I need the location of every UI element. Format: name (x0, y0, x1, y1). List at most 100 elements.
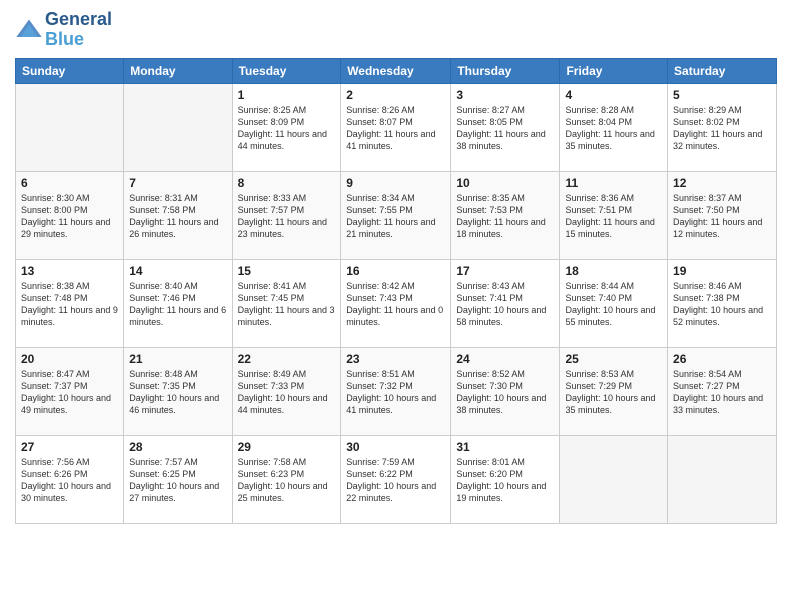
day-of-week-header: Sunday (16, 58, 124, 83)
day-number: 8 (238, 176, 336, 190)
day-number: 19 (673, 264, 771, 278)
day-number: 28 (129, 440, 226, 454)
header: GeneralBlue (15, 10, 777, 50)
day-info: Sunrise: 8:46 AMSunset: 7:38 PMDaylight:… (673, 280, 771, 329)
day-number: 17 (456, 264, 554, 278)
day-number: 11 (565, 176, 662, 190)
calendar-day: 28 Sunrise: 7:57 AMSunset: 6:25 PMDayligh… (124, 435, 232, 523)
day-of-week-header: Saturday (668, 58, 777, 83)
calendar-week-row: 20 Sunrise: 8:47 AMSunset: 7:37 PMDayligh… (16, 347, 777, 435)
day-info: Sunrise: 8:49 AMSunset: 7:33 PMDaylight:… (238, 368, 336, 417)
day-number: 27 (21, 440, 118, 454)
calendar-day: 16 Sunrise: 8:42 AMSunset: 7:43 PMDayligh… (341, 259, 451, 347)
day-number: 13 (21, 264, 118, 278)
calendar-day: 26Sunrise: 8:54 AMSunset: 7:27 PMDayligh… (668, 347, 777, 435)
calendar-day: 19 Sunrise: 8:46 AMSunset: 7:38 PMDayligh… (668, 259, 777, 347)
calendar-day (16, 83, 124, 171)
day-number: 7 (129, 176, 226, 190)
calendar-week-row: 27Sunrise: 7:56 AMSunset: 6:26 PMDayligh… (16, 435, 777, 523)
day-info: Sunrise: 8:40 AMSunset: 7:46 PMDaylight:… (129, 280, 226, 329)
calendar-day: 13Sunrise: 8:38 AMSunset: 7:48 PMDayligh… (16, 259, 124, 347)
calendar-week-row: 1Sunrise: 8:25 AMSunset: 8:09 PMDaylight… (16, 83, 777, 171)
day-number: 3 (456, 88, 554, 102)
calendar-day: 30 Sunrise: 7:59 AMSunset: 6:22 PMDayligh… (341, 435, 451, 523)
day-number: 6 (21, 176, 118, 190)
calendar-day: 2 Sunrise: 8:26 AMSunset: 8:07 PMDaylight… (341, 83, 451, 171)
calendar-day: 3Sunrise: 8:27 AMSunset: 8:05 PMDaylight… (451, 83, 560, 171)
calendar-day: 31Sunrise: 8:01 AMSunset: 6:20 PMDayligh… (451, 435, 560, 523)
day-info: Sunrise: 8:26 AMSunset: 8:07 PMDaylight:… (346, 104, 445, 153)
calendar-day: 18 Sunrise: 8:44 AMSunset: 7:40 PMDayligh… (560, 259, 668, 347)
calendar-day (124, 83, 232, 171)
calendar-week-row: 6 Sunrise: 8:30 AMSunset: 8:00 PMDaylight… (16, 171, 777, 259)
logo: GeneralBlue (15, 10, 112, 50)
day-number: 5 (673, 88, 771, 102)
day-info: Sunrise: 8:34 AMSunset: 7:55 PMDaylight:… (346, 192, 445, 241)
day-info: Sunrise: 8:30 AMSunset: 8:00 PMDaylight:… (21, 192, 118, 241)
calendar-day: 17 Sunrise: 8:43 AMSunset: 7:41 PMDayligh… (451, 259, 560, 347)
day-info: Sunrise: 8:52 AMSunset: 7:30 PMDaylight:… (456, 368, 554, 417)
day-number: 16 (346, 264, 445, 278)
day-number: 14 (129, 264, 226, 278)
calendar-body: 1Sunrise: 8:25 AMSunset: 8:09 PMDaylight… (16, 83, 777, 523)
day-number: 20 (21, 352, 118, 366)
day-of-week-header: Monday (124, 58, 232, 83)
day-number: 23 (346, 352, 445, 366)
day-of-week-header: Thursday (451, 58, 560, 83)
day-info: Sunrise: 8:51 AMSunset: 7:32 PMDaylight:… (346, 368, 445, 417)
calendar-day: 27Sunrise: 7:56 AMSunset: 6:26 PMDayligh… (16, 435, 124, 523)
days-of-week-row: SundayMondayTuesdayWednesdayThursdayFrid… (16, 58, 777, 83)
calendar-day: 23 Sunrise: 8:51 AMSunset: 7:32 PMDayligh… (341, 347, 451, 435)
day-info: Sunrise: 8:29 AMSunset: 8:02 PMDaylight:… (673, 104, 771, 153)
day-info: Sunrise: 8:47 AMSunset: 7:37 PMDaylight:… (21, 368, 118, 417)
day-number: 25 (565, 352, 662, 366)
calendar-day: 14 Sunrise: 8:40 AMSunset: 7:46 PMDayligh… (124, 259, 232, 347)
day-number: 29 (238, 440, 336, 454)
calendar-day: 22Sunrise: 8:49 AMSunset: 7:33 PMDayligh… (232, 347, 341, 435)
day-number: 31 (456, 440, 554, 454)
day-number: 4 (565, 88, 662, 102)
day-of-week-header: Tuesday (232, 58, 341, 83)
logo-text: GeneralBlue (45, 10, 112, 50)
calendar-day: 11 Sunrise: 8:36 AMSunset: 7:51 PMDayligh… (560, 171, 668, 259)
calendar-day: 15 Sunrise: 8:41 AMSunset: 7:45 PMDayligh… (232, 259, 341, 347)
page-container: GeneralBlue SundayMondayTuesdayWednesday… (0, 0, 792, 534)
day-number: 15 (238, 264, 336, 278)
day-info: Sunrise: 8:37 AMSunset: 7:50 PMDaylight:… (673, 192, 771, 241)
calendar-day (560, 435, 668, 523)
day-number: 18 (565, 264, 662, 278)
day-number: 24 (456, 352, 554, 366)
day-number: 30 (346, 440, 445, 454)
calendar-day: 29 Sunrise: 7:58 AMSunset: 6:23 PMDayligh… (232, 435, 341, 523)
day-number: 26 (673, 352, 771, 366)
calendar-day: 10 Sunrise: 8:35 AMSunset: 7:53 PMDayligh… (451, 171, 560, 259)
calendar: SundayMondayTuesdayWednesdayThursdayFrid… (15, 58, 777, 524)
day-info: Sunrise: 8:36 AMSunset: 7:51 PMDaylight:… (565, 192, 662, 241)
calendar-day: 5 Sunrise: 8:29 AMSunset: 8:02 PMDaylight… (668, 83, 777, 171)
day-info: Sunrise: 8:48 AMSunset: 7:35 PMDaylight:… (129, 368, 226, 417)
calendar-day: 7 Sunrise: 8:31 AMSunset: 7:58 PMDaylight… (124, 171, 232, 259)
day-info: Sunrise: 8:25 AMSunset: 8:09 PMDaylight:… (238, 104, 336, 153)
calendar-week-row: 13Sunrise: 8:38 AMSunset: 7:48 PMDayligh… (16, 259, 777, 347)
day-info: Sunrise: 8:35 AMSunset: 7:53 PMDaylight:… (456, 192, 554, 241)
calendar-day: 1Sunrise: 8:25 AMSunset: 8:09 PMDaylight… (232, 83, 341, 171)
day-info: Sunrise: 8:31 AMSunset: 7:58 PMDaylight:… (129, 192, 226, 241)
day-number: 2 (346, 88, 445, 102)
day-info: Sunrise: 7:57 AMSunset: 6:25 PMDaylight:… (129, 456, 226, 505)
day-info: Sunrise: 7:59 AMSunset: 6:22 PMDaylight:… (346, 456, 445, 505)
calendar-day: 12Sunrise: 8:37 AMSunset: 7:50 PMDayligh… (668, 171, 777, 259)
day-of-week-header: Friday (560, 58, 668, 83)
day-info: Sunrise: 7:58 AMSunset: 6:23 PMDaylight:… (238, 456, 336, 505)
day-info: Sunrise: 8:33 AMSunset: 7:57 PMDaylight:… (238, 192, 336, 241)
day-info: Sunrise: 8:42 AMSunset: 7:43 PMDaylight:… (346, 280, 445, 329)
day-info: Sunrise: 8:44 AMSunset: 7:40 PMDaylight:… (565, 280, 662, 329)
day-info: Sunrise: 8:41 AMSunset: 7:45 PMDaylight:… (238, 280, 336, 329)
calendar-day: 9Sunrise: 8:34 AMSunset: 7:55 PMDaylight… (341, 171, 451, 259)
calendar-day (668, 435, 777, 523)
day-of-week-header: Wednesday (341, 58, 451, 83)
calendar-day: 6 Sunrise: 8:30 AMSunset: 8:00 PMDaylight… (16, 171, 124, 259)
calendar-day: 24 Sunrise: 8:52 AMSunset: 7:30 PMDayligh… (451, 347, 560, 435)
day-number: 10 (456, 176, 554, 190)
day-info: Sunrise: 8:43 AMSunset: 7:41 PMDaylight:… (456, 280, 554, 329)
calendar-day: 21Sunrise: 8:48 AMSunset: 7:35 PMDayligh… (124, 347, 232, 435)
